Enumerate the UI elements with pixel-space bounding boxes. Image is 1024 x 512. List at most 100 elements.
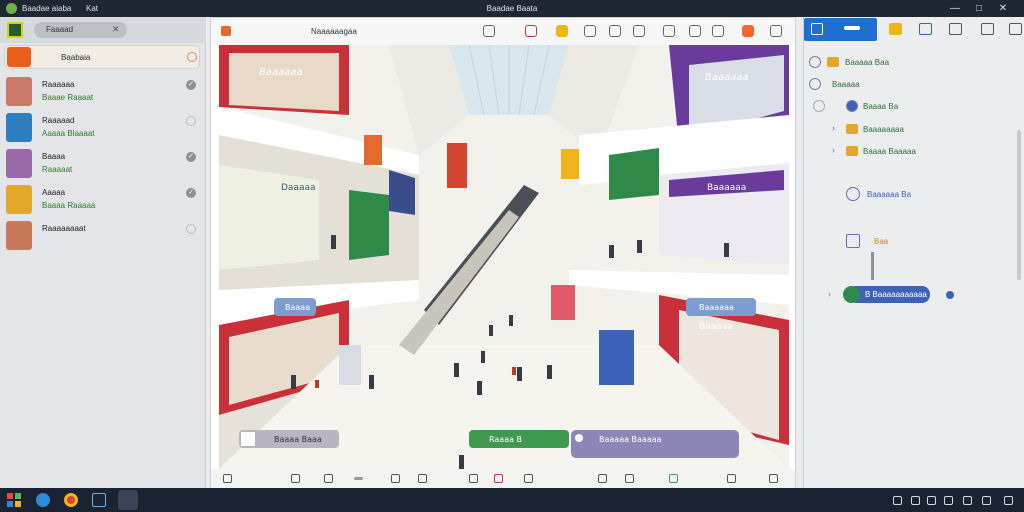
- export-icon[interactable]: [742, 25, 754, 37]
- adjust-icon[interactable]: [584, 25, 596, 37]
- zoom-in-icon[interactable]: [391, 474, 400, 483]
- zoom-out-icon[interactable]: [324, 474, 333, 483]
- layers-icon[interactable]: [712, 25, 724, 37]
- filter-icon[interactable]: [609, 25, 621, 37]
- share-icon[interactable]: [525, 25, 537, 37]
- list-item-subtitle: Raaaaat: [42, 165, 73, 174]
- grid-icon[interactable]: [291, 474, 300, 483]
- chrome-icon[interactable]: [64, 493, 78, 507]
- list-item[interactable]: Raaaaaa Baaae Raaaat ✓: [4, 75, 200, 108]
- fit-icon[interactable]: [418, 474, 427, 483]
- folder-icon[interactable]: [949, 23, 962, 35]
- image-icon[interactable]: [919, 23, 932, 35]
- crop-icon[interactable]: [483, 25, 495, 37]
- project-icon[interactable]: [7, 22, 23, 38]
- close-button[interactable]: ✕: [992, 2, 1014, 15]
- compare-icon[interactable]: [524, 474, 533, 483]
- histogram-icon[interactable]: [598, 474, 607, 483]
- star-icon[interactable]: [556, 25, 568, 37]
- overlay-pill-bottom-1: Baaaa Baaa: [274, 435, 322, 444]
- title-bar: Baadae aiaba Kat Baadae Baata — □ ✕: [0, 0, 1024, 17]
- list-item-title: Raaaaaa: [42, 80, 75, 89]
- tree-item-label[interactable]: Baaaa Baaaaa: [863, 147, 916, 156]
- explorer-icon[interactable]: [92, 493, 106, 507]
- home-icon[interactable]: [889, 23, 902, 35]
- search-icon[interactable]: [689, 25, 701, 37]
- pan-icon[interactable]: [223, 474, 232, 483]
- store-sign-1: Baaaaaa: [259, 67, 303, 78]
- tree-item-label[interactable]: Baaaaaaaa: [863, 125, 904, 134]
- tree-item-label[interactable]: Baaaaa: [832, 80, 860, 89]
- list-item-subtitle: Baaaa Raaaaa: [42, 201, 96, 210]
- chevron-right-icon[interactable]: ›: [828, 289, 831, 299]
- layer-icon: [846, 187, 860, 201]
- chevron-right-icon[interactable]: ›: [832, 145, 835, 155]
- search-pill-label: Faaaad: [46, 25, 74, 34]
- network-icon[interactable]: [911, 496, 920, 505]
- redo-icon[interactable]: [494, 474, 503, 483]
- right-panel-scrollbar[interactable]: [1017, 130, 1021, 280]
- minimize-button[interactable]: —: [944, 2, 966, 15]
- rotate-icon[interactable]: [633, 25, 645, 37]
- list-item-selected[interactable]: Baabaia: [4, 45, 200, 69]
- delete-icon[interactable]: [727, 474, 736, 483]
- active-layer-pill[interactable]: B Baaaaaaaaaaa: [848, 286, 930, 303]
- accept-icon[interactable]: [669, 474, 678, 483]
- app-icon: [6, 3, 17, 14]
- list-item-subtitle: Baaae Raaaat: [42, 93, 94, 102]
- viewer-title: Naaaaaagaa: [311, 27, 357, 36]
- pill-handle[interactable]: [946, 291, 954, 299]
- tray-arrow-icon[interactable]: [893, 496, 902, 505]
- title-tab[interactable]: Kat: [86, 4, 98, 13]
- search-pill[interactable]: Faaaad ✕: [34, 22, 127, 38]
- mask-icon: [846, 234, 860, 248]
- tab-layers[interactable]: [804, 18, 877, 41]
- maximize-button[interactable]: □: [968, 2, 990, 15]
- item-thumbnail: [6, 221, 32, 250]
- tab-label-indicator: [844, 26, 860, 30]
- folder-icon: [846, 146, 858, 156]
- fullscreen-icon[interactable]: [769, 474, 778, 483]
- zoom-slider[interactable]: [354, 477, 363, 480]
- store-sign-3: Baaaaaa: [705, 72, 749, 83]
- tree-item-label[interactable]: Baaaaa Baa: [845, 58, 889, 67]
- active-layer-icon: [843, 286, 860, 303]
- item-thumbnail: [6, 149, 32, 178]
- overlay-pill-left: Baaaa: [285, 303, 310, 312]
- settings-icon[interactable]: [1009, 23, 1022, 35]
- active-app-icon[interactable]: [118, 490, 138, 510]
- notification-icon[interactable]: [1004, 496, 1013, 505]
- list-item-title: Raaaaaaaat: [42, 224, 86, 233]
- list-item[interactable]: Aaaaa Baaaa Raaaaa ✓: [4, 183, 200, 216]
- taskbar: [0, 488, 1024, 512]
- viewer-toolbar: Naaaaaagaa: [211, 18, 795, 45]
- flag-icon[interactable]: [625, 474, 634, 483]
- browser-icon[interactable]: [36, 493, 50, 507]
- check-icon: ✓: [186, 152, 196, 162]
- info-icon[interactable]: [770, 25, 782, 37]
- list-item[interactable]: Raaaaad Aaaaa Blaaaat: [4, 111, 200, 144]
- list-item[interactable]: Baaaa Raaaaat ✓: [4, 147, 200, 180]
- tree-item-label[interactable]: Baa: [874, 237, 888, 246]
- chevron-right-icon[interactable]: ›: [832, 123, 835, 133]
- undo-icon[interactable]: [469, 474, 478, 483]
- mall-image-canvas[interactable]: Baaaaaa Daaaaa Baaaaaa Baaaaaa Baaaaa Ba…: [219, 45, 789, 469]
- list-item[interactable]: Raaaaaaaat: [4, 219, 200, 252]
- layer-visibility-icon[interactable]: [813, 100, 825, 112]
- tree-item-label[interactable]: Baaaa Ba: [863, 102, 898, 111]
- text-icon[interactable]: [663, 25, 675, 37]
- store-sign-5: Baaaaa: [699, 322, 733, 332]
- close-icon[interactable]: ✕: [112, 24, 120, 35]
- volume-icon[interactable]: [927, 496, 936, 505]
- status-icon: [186, 116, 196, 126]
- tree-item-label[interactable]: Baaaaaa Ba: [867, 190, 911, 199]
- battery-icon[interactable]: [944, 496, 953, 505]
- keyboard-icon[interactable]: [963, 496, 972, 505]
- pen-icon[interactable]: [221, 26, 231, 36]
- clock-icon[interactable]: [982, 496, 991, 505]
- layer-visibility-icon[interactable]: [809, 56, 821, 68]
- layer-visibility-icon[interactable]: [809, 78, 821, 90]
- item-thumbnail: [6, 185, 32, 214]
- copy-icon[interactable]: [981, 23, 994, 35]
- start-icon[interactable]: [7, 493, 21, 507]
